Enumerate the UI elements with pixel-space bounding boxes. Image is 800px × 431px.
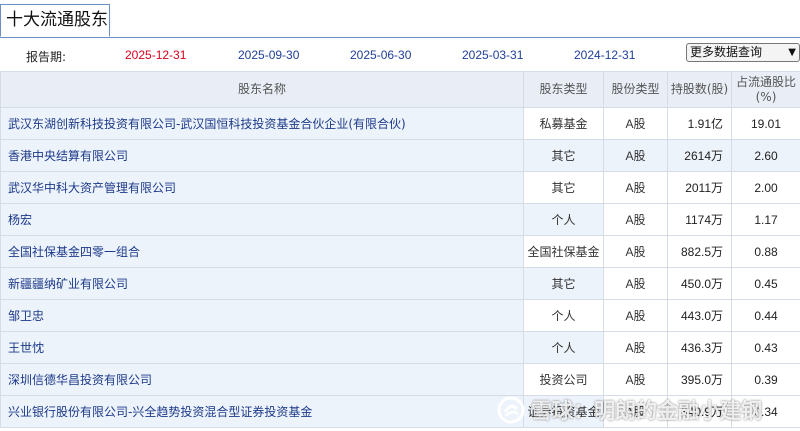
- float-pct-cell: 0.39: [731, 363, 800, 396]
- float-pct-cell: 2.60: [731, 139, 800, 172]
- float-pct-header-line1: 占流通股比: [735, 74, 796, 89]
- table-row: 邹卫忠 个人 A股 443.0万 0.44: [0, 299, 800, 332]
- share-type-cell: A股: [603, 107, 668, 140]
- float-pct-cell: 2.00: [731, 171, 800, 204]
- float-pct-cell: 0.45: [731, 267, 800, 300]
- holder-name-link[interactable]: 邹卫忠: [0, 299, 524, 332]
- tab-bar: 十大流通股东: [0, 0, 800, 38]
- column-header-holder-type: 股东类型: [523, 71, 604, 108]
- shares-held-cell: 1.91亿: [667, 107, 732, 140]
- shares-held-cell: 450.0万: [667, 267, 732, 300]
- holder-type-cell: 私募基金: [523, 107, 604, 140]
- chevron-down-icon: ▼: [788, 47, 796, 58]
- table-row: 杨宏 个人 A股 1174万 1.17: [0, 203, 800, 236]
- shares-held-cell: 2614万: [667, 139, 732, 172]
- tab-top10-float-holders[interactable]: 十大流通股东: [0, 4, 110, 37]
- column-header-shares: 持股数(股): [667, 71, 732, 108]
- shares-held-cell: 882.5万: [667, 235, 732, 268]
- report-period-label: 报告期:: [26, 50, 67, 64]
- holder-name-link[interactable]: 新疆疆纳矿业有限公司: [0, 267, 524, 300]
- holders-table: 股东名称 股东类型 股份类型 持股数(股) 占流通股比 (%) 武汉东湖创新科技…: [0, 71, 800, 428]
- holder-name-link[interactable]: 武汉华中科大资产管理有限公司: [0, 171, 524, 204]
- float-pct-header-line2: (%): [755, 89, 777, 104]
- column-header-share-type: 股份类型: [603, 71, 668, 108]
- table-row: 深圳信德华昌投资有限公司 投资公司 A股 395.0万 0.39: [0, 363, 800, 396]
- holder-type-cell: 个人: [523, 203, 604, 236]
- holder-type-cell: 其它: [523, 267, 604, 300]
- holder-type-cell: 个人: [523, 299, 604, 332]
- column-header-holder-name: 股东名称: [0, 71, 524, 108]
- table-row: 武汉东湖创新科技投资有限公司-武汉国恒科技投资基金合伙企业(有限合伙) 私募基金 A…: [0, 107, 800, 140]
- share-type-cell: A股: [603, 363, 668, 396]
- share-type-cell: A股: [603, 331, 668, 364]
- holder-type-cell: 全国社保基金: [523, 235, 604, 268]
- float-pct-cell: 0.43: [731, 331, 800, 364]
- watermark-text: 雪球：明朗的金融小建钢: [531, 399, 762, 423]
- holder-name-link[interactable]: 杨宏: [0, 203, 524, 236]
- shares-held-cell: 2011万: [667, 171, 732, 204]
- report-period-row: 报告期: 2025-12-31 2025-09-30 2025-06-30 20…: [0, 42, 800, 68]
- table-row: 全国社保基金四零一组合 全国社保基金 A股 882.5万 0.88: [0, 235, 800, 268]
- holder-type-cell: 投资公司: [523, 363, 604, 396]
- period-link-2025-12-31[interactable]: 2025-12-31: [125, 48, 186, 62]
- float-pct-cell: 0.88: [731, 235, 800, 268]
- period-link-2025-09-30[interactable]: 2025-09-30: [238, 48, 299, 62]
- float-pct-cell: 0.44: [731, 299, 800, 332]
- holders-table-body: 武汉东湖创新科技投资有限公司-武汉国恒科技投资基金合伙企业(有限合伙) 私募基金 A…: [0, 107, 800, 428]
- share-type-cell: A股: [603, 299, 668, 332]
- share-type-cell: A股: [603, 139, 668, 172]
- holder-name-link[interactable]: 全国社保基金四零一组合: [0, 235, 524, 268]
- period-link-2025-06-30[interactable]: 2025-06-30: [350, 48, 411, 62]
- share-type-cell: A股: [603, 267, 668, 300]
- period-link-2024-12-31[interactable]: 2024-12-31: [574, 48, 635, 62]
- holder-name-link[interactable]: 武汉东湖创新科技投资有限公司-武汉国恒科技投资基金合伙企业(有限合伙): [0, 107, 524, 140]
- more-data-query-value: 更多数据查询: [690, 45, 763, 59]
- table-row: 香港中央结算有限公司 其它 A股 2614万 2.60: [0, 139, 800, 172]
- holder-name-link[interactable]: 深圳信德华昌投资有限公司: [0, 363, 524, 396]
- float-pct-cell: 1.17: [731, 203, 800, 236]
- snowball-logo-icon: [497, 396, 525, 424]
- holder-type-cell: 其它: [523, 171, 604, 204]
- share-type-cell: A股: [603, 171, 668, 204]
- holder-type-cell: 其它: [523, 139, 604, 172]
- column-header-float-pct: 占流通股比 (%): [731, 71, 800, 108]
- table-row: 武汉华中科大资产管理有限公司 其它 A股 2011万 2.00: [0, 171, 800, 204]
- holder-name-link[interactable]: 兴业银行股份有限公司-兴全趋势投资混合型证券投资基金: [0, 395, 524, 428]
- shares-held-cell: 436.3万: [667, 331, 732, 364]
- shares-held-cell: 395.0万: [667, 363, 732, 396]
- more-data-query-select[interactable]: 更多数据查询 ▼: [686, 43, 800, 62]
- shares-held-cell: 443.0万: [667, 299, 732, 332]
- table-row: 新疆疆纳矿业有限公司 其它 A股 450.0万 0.45: [0, 267, 800, 300]
- holder-name-link[interactable]: 香港中央结算有限公司: [0, 139, 524, 172]
- watermark: 雪球：明朗的金融小建钢: [497, 392, 762, 428]
- share-type-cell: A股: [603, 203, 668, 236]
- share-type-cell: A股: [603, 235, 668, 268]
- shares-held-cell: 1174万: [667, 203, 732, 236]
- holder-name-link[interactable]: 王世忱: [0, 331, 524, 364]
- holder-type-cell: 个人: [523, 331, 604, 364]
- table-row: 王世忱 个人 A股 436.3万 0.43: [0, 331, 800, 364]
- period-link-2025-03-31[interactable]: 2025-03-31: [462, 48, 523, 62]
- float-pct-cell: 19.01: [731, 107, 800, 140]
- table-header-row: 股东名称 股东类型 股份类型 持股数(股) 占流通股比 (%): [0, 71, 800, 108]
